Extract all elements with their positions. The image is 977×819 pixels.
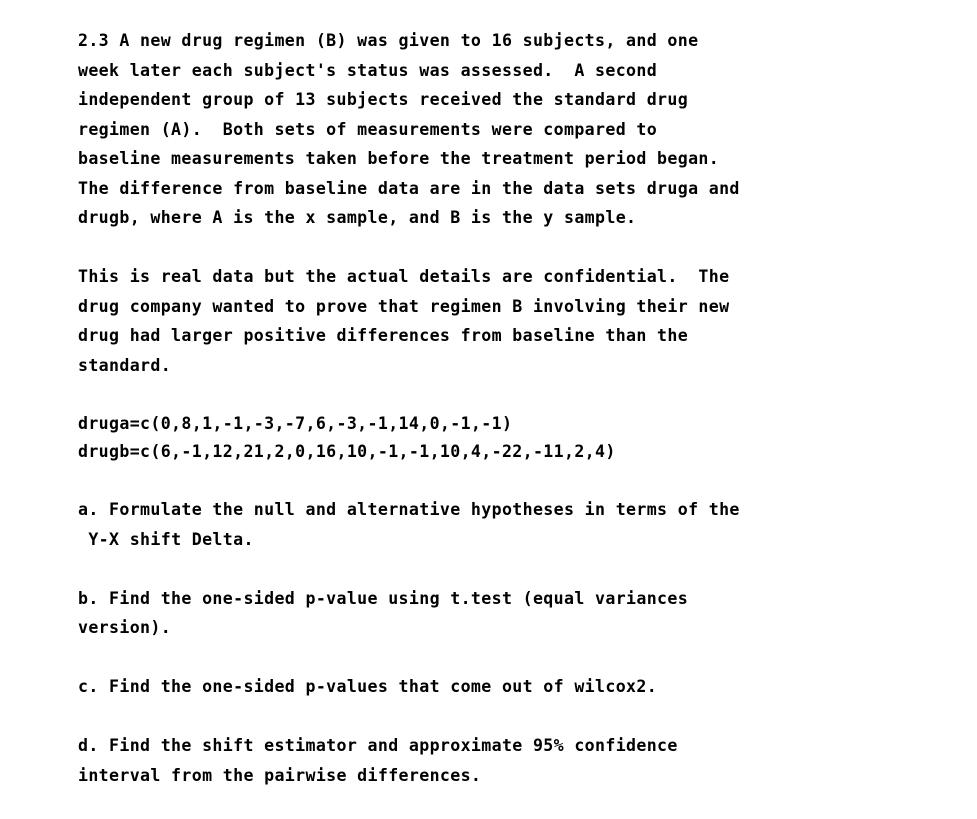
question-d: d. Find the shift estimator and approxim… bbox=[78, 736, 678, 785]
context-paragraph: This is real data but the actual details… bbox=[78, 267, 730, 375]
question-c: c. Find the one-sided p-values that come… bbox=[78, 677, 658, 696]
question-b: b. Find the one-sided p-value using t.te… bbox=[78, 588, 689, 638]
drugb-code-line: drugb=c(6,-1,12,21,2,0,16,10,-1,-1,10,4,… bbox=[78, 441, 616, 461]
document-page: 2.3 A new drug regimen (B) was given to … bbox=[0, 0, 977, 819]
druga-code-line: druga=c(0,8,1,-1,-3,-7,6,-3,-1,14,0,-1,-… bbox=[78, 413, 513, 433]
question-spacer bbox=[78, 643, 938, 673]
question-spacer bbox=[78, 554, 938, 584]
question-spacer bbox=[78, 702, 938, 732]
question-a: a. Formulate the null and alternative hy… bbox=[78, 500, 740, 549]
intro-paragraph: 2.3 A new drug regimen (B) was given to … bbox=[78, 31, 740, 227]
document-body: 2.3 A new drug regimen (B) was given to … bbox=[78, 26, 938, 790]
